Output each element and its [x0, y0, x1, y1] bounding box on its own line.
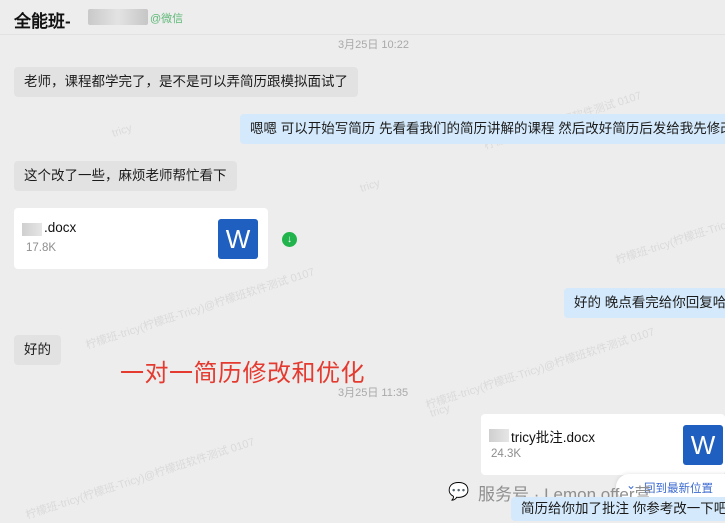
jump-label: 回到最新位置 [644, 483, 713, 495]
word-icon: W [683, 425, 723, 465]
file-size: 24.3K [491, 448, 522, 460]
blurred-name [88, 9, 148, 25]
blurred-filename [489, 429, 509, 442]
file-name: .docx [44, 220, 77, 235]
watermark: 柠檬班-tricy(柠檬班-Tricy)@柠檬班软件测试 0107 [24, 436, 257, 522]
watermark: tricy [358, 177, 382, 195]
timestamp: 3月25日 11:35 [338, 387, 409, 399]
watermark: tricy [110, 122, 134, 140]
download-icon[interactable]: ↓ [282, 232, 297, 247]
message-bubble[interactable]: 好的 [14, 335, 61, 365]
file-name: tricy批注.docx [511, 430, 596, 445]
message-bubble[interactable]: 老师，课程都学完了，是不是可以弄简历跟模拟面试了 [14, 67, 358, 97]
chat-header: 全能班- @微信 [0, 0, 725, 35]
message-bubble[interactable]: 好的 晚点看完给你回复哈 [564, 288, 725, 318]
message-bubble[interactable]: 简历给你加了批注 你参考改一下吧 [511, 497, 725, 521]
chat-title: 全能班- [14, 12, 71, 31]
wechat-tag: @微信 [150, 13, 184, 25]
blurred-filename [22, 223, 42, 236]
watermark: 柠檬班-tricy(柠檬班-Tricy)@柠檬班软件测试 0107 [84, 266, 317, 352]
message-bubble[interactable]: 嗯嗯 可以开始写简历 先看看我们的简历讲解的课程 然后改好简历后发给我先修改哈 [240, 114, 725, 144]
promo-banner: 一对一简历修改和优化 [120, 360, 365, 387]
watermark: 柠檬班-tricy(柠檬班-Tricy)@柠檬班软件测试 0107 [614, 181, 725, 267]
file-attachment[interactable]: tricy批注.docx 24.3K W [481, 414, 725, 475]
wechat-icon: 💬 [448, 482, 470, 501]
message-bubble[interactable]: 这个改了一些，麻烦老师帮忙看下 [14, 161, 237, 191]
word-icon: W [218, 219, 258, 259]
watermark: 柠檬班-tricy(柠檬班-Tricy)@柠檬班软件测试 0107 [424, 326, 657, 412]
file-attachment[interactable]: .docx 17.8K W [14, 208, 268, 269]
file-size: 17.8K [26, 242, 57, 254]
timestamp: 3月25日 10:22 [338, 39, 409, 51]
